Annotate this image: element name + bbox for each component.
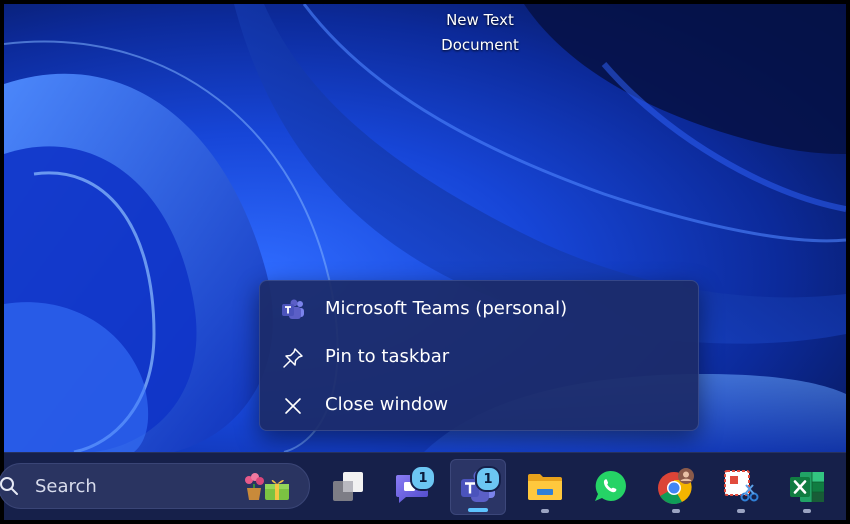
- notification-badge: 1: [410, 465, 436, 491]
- taskbar-teams-meet-button[interactable]: 1: [384, 459, 440, 515]
- menu-item-microsoft-teams[interactable]: Microsoft Teams (personal): [260, 286, 698, 334]
- menu-item-label: Close window: [325, 394, 449, 415]
- taskbar-chrome-button[interactable]: [648, 459, 704, 515]
- desktop-icon-new-text-document[interactable]: New Text Document: [432, 8, 528, 58]
- menu-item-label: Microsoft Teams (personal): [325, 298, 568, 319]
- snipping-tool-icon: [721, 467, 761, 507]
- menu-item-pin-to-taskbar[interactable]: Pin to taskbar: [260, 334, 698, 382]
- taskbar-search-box[interactable]: [0, 463, 310, 509]
- teams-icon: [280, 298, 306, 322]
- search-highlight-gift-icon: [241, 472, 297, 502]
- menu-item-close-window[interactable]: Close window: [260, 382, 698, 430]
- search-icon: [0, 476, 19, 496]
- whatsapp-icon: [591, 468, 629, 506]
- running-indicator: [541, 509, 549, 513]
- folder-icon: [526, 470, 564, 504]
- close-icon: [280, 394, 306, 418]
- taskbar-file-explorer-button[interactable]: [517, 459, 573, 515]
- screen: New Text Document Microsoft Teams (perso…: [0, 0, 850, 524]
- taskbar: 1 1: [0, 452, 846, 520]
- taskbar-snipping-tool-button[interactable]: [713, 459, 769, 515]
- desktop-icon-label-line2: Document: [441, 36, 519, 54]
- taskbar-jump-list-menu: Microsoft Teams (personal) Pin to taskba…: [259, 280, 699, 431]
- running-indicator: [737, 509, 745, 513]
- search-input[interactable]: [35, 473, 225, 499]
- excel-icon: [788, 469, 826, 505]
- taskbar-whatsapp-button[interactable]: [582, 459, 638, 515]
- desktop-icon-label-line1: New Text: [446, 11, 514, 29]
- taskbar-task-view-button[interactable]: [320, 459, 376, 515]
- taskbar-excel-button[interactable]: [779, 459, 835, 515]
- menu-item-label: Pin to taskbar: [325, 346, 450, 367]
- pin-icon: [280, 346, 306, 370]
- taskbar-teams-button[interactable]: 1: [450, 459, 506, 515]
- task-view-icon: [330, 469, 366, 505]
- active-indicator: [468, 508, 488, 512]
- running-indicator: [672, 509, 680, 513]
- running-indicator: [803, 509, 811, 513]
- notification-badge: 1: [475, 466, 501, 492]
- chrome-icon: [656, 467, 696, 507]
